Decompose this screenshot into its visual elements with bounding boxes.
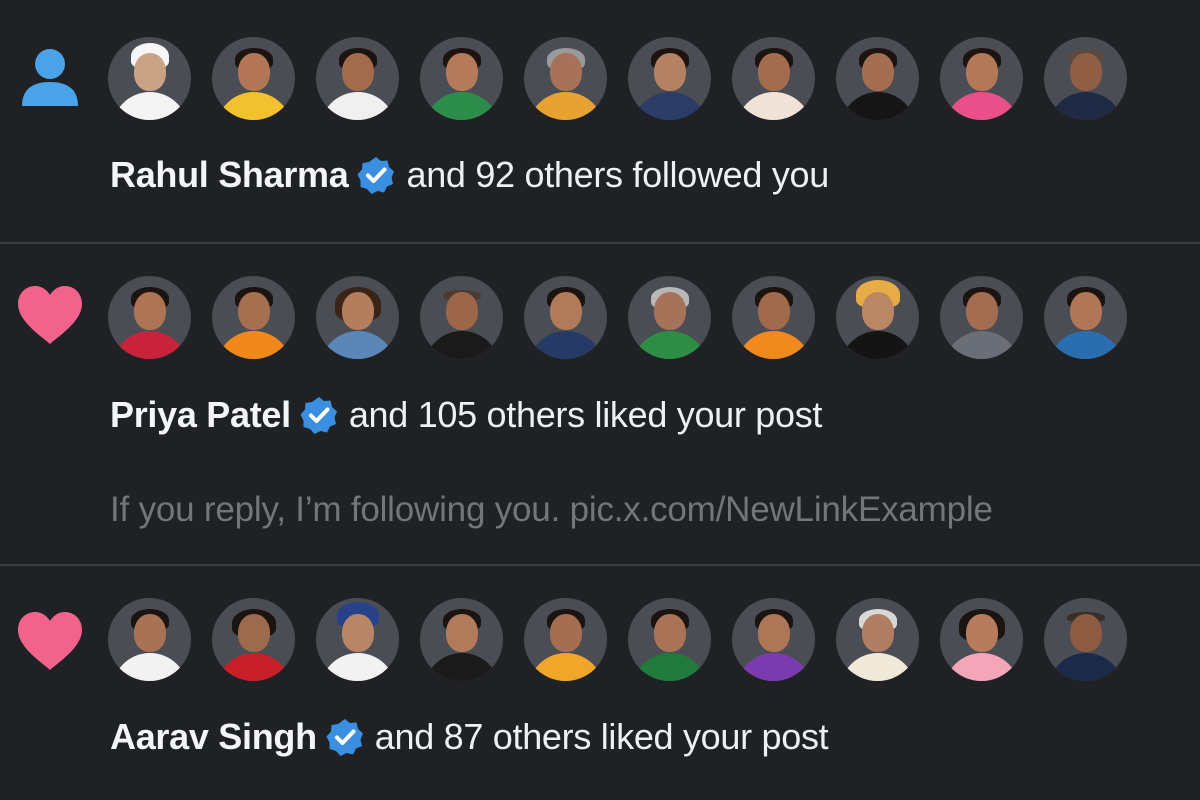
notification-headline: Priya Patel and 105 others liked your po… [110,394,822,436]
avatar[interactable] [628,276,711,359]
avatar-row [108,276,1127,359]
avatar[interactable] [316,37,399,120]
avatar[interactable] [940,276,1023,359]
person-icon [22,49,78,106]
avatar[interactable] [108,276,191,359]
avatar[interactable] [420,37,503,120]
notification-like[interactable]: Aarav Singh and 87 others liked your pos… [0,566,1200,800]
avatar[interactable] [940,598,1023,681]
action-text: and 105 others liked your post [348,394,823,435]
notification-headline: Rahul Sharma and 92 others followed you [110,154,829,196]
avatar[interactable] [628,37,711,120]
avatar[interactable] [524,598,607,681]
avatar[interactable] [1044,598,1127,681]
heart-icon [18,612,82,670]
avatar[interactable] [732,598,815,681]
avatar[interactable] [212,276,295,359]
avatar[interactable] [420,276,503,359]
avatar[interactable] [420,598,503,681]
avatar[interactable] [1044,276,1127,359]
notifications-feed: Rahul Sharma and 92 others followed you [0,0,1200,800]
avatar[interactable] [524,37,607,120]
heart-icon [18,286,82,344]
notification-follow[interactable]: Rahul Sharma and 92 others followed you [0,0,1200,242]
avatar[interactable] [212,598,295,681]
avatar[interactable] [628,598,711,681]
verified-badge-icon [326,719,363,756]
avatar[interactable] [212,37,295,120]
avatar[interactable] [108,37,191,120]
avatar[interactable] [732,37,815,120]
avatar[interactable] [732,276,815,359]
avatar[interactable] [316,598,399,681]
notification-like[interactable]: Priya Patel and 105 others liked your po… [0,244,1200,564]
actor-name[interactable]: Rahul Sharma [110,154,349,196]
avatar[interactable] [1044,37,1127,120]
action-text: and 92 others followed you [406,154,829,195]
avatar[interactable] [836,37,919,120]
avatar[interactable] [108,598,191,681]
actor-name[interactable]: Priya Patel [110,394,291,436]
actor-name[interactable]: Aarav Singh [110,716,317,758]
verified-badge-icon [357,157,395,194]
avatar[interactable] [836,598,919,681]
action-text: and 87 others liked your post [374,716,829,757]
avatar-row [108,37,1127,120]
avatar[interactable] [836,276,919,359]
verified-badge-icon [300,397,337,434]
avatar-row [108,598,1127,681]
notification-headline: Aarav Singh and 87 others liked your pos… [110,716,829,758]
avatar[interactable] [524,276,607,359]
post-preview-text[interactable]: If you reply, I’m following you. pic.x.c… [110,490,993,530]
avatar[interactable] [940,37,1023,120]
avatar[interactable] [316,276,399,359]
